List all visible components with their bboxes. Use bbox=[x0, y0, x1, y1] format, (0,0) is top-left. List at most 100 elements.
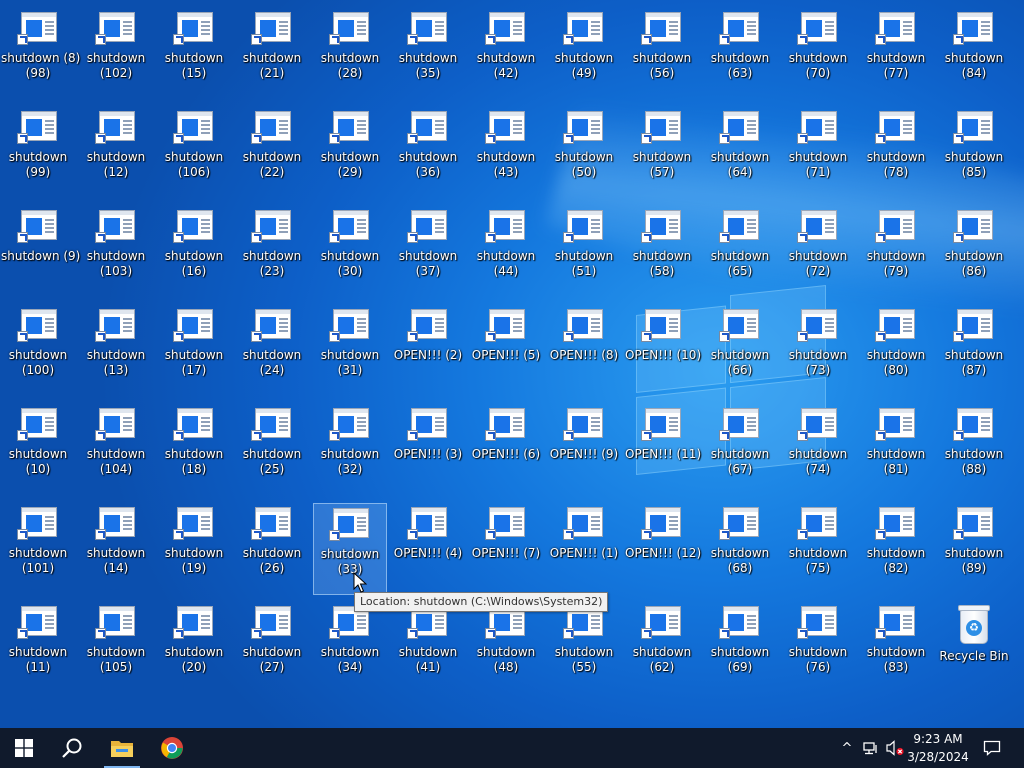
desktop-shortcut[interactable]: shutdown (29) bbox=[313, 107, 387, 199]
file-explorer-button[interactable] bbox=[98, 728, 146, 768]
desktop-shortcut[interactable]: shutdown (64) bbox=[703, 107, 777, 199]
desktop-shortcut[interactable]: shutdown (89) bbox=[937, 503, 1011, 595]
desktop-shortcut[interactable]: OPEN!!! (3) bbox=[391, 404, 465, 496]
desktop-shortcut[interactable]: shutdown (10) bbox=[1, 404, 75, 496]
taskbar-clock[interactable]: 9:23 AM 3/28/2024 bbox=[906, 730, 970, 766]
desktop-shortcut[interactable]: shutdown (73) bbox=[781, 305, 855, 397]
desktop-shortcut[interactable]: shutdown (20) bbox=[157, 602, 231, 694]
desktop-shortcut[interactable]: OPEN!!! (6) bbox=[469, 404, 543, 496]
desktop-shortcut[interactable]: shutdown (58) bbox=[625, 206, 699, 298]
desktop-shortcut[interactable]: shutdown (41) bbox=[391, 602, 465, 694]
desktop-shortcut[interactable]: shutdown (23) bbox=[235, 206, 309, 298]
desktop-shortcut[interactable]: shutdown (33) bbox=[313, 503, 387, 595]
desktop-shortcut[interactable]: shutdown (106) bbox=[157, 107, 231, 199]
desktop-shortcut[interactable]: shutdown (74) bbox=[781, 404, 855, 496]
desktop-shortcut[interactable]: shutdown (31) bbox=[313, 305, 387, 397]
desktop-shortcut[interactable]: shutdown (14) bbox=[79, 503, 153, 595]
desktop-shortcut[interactable]: shutdown (8) (98) bbox=[1, 8, 80, 100]
desktop[interactable]: shutdown (8) (98) shutdown (99) shutdown (9)… bbox=[0, 0, 1024, 728]
desktop-shortcut[interactable]: shutdown (88) bbox=[937, 404, 1011, 496]
desktop-shortcut[interactable]: shutdown (67) bbox=[703, 404, 777, 496]
desktop-shortcut[interactable]: shutdown (85) bbox=[937, 107, 1011, 199]
desktop-shortcut[interactable]: OPEN!!! (7) bbox=[469, 503, 543, 595]
desktop-shortcut[interactable]: shutdown (81) bbox=[859, 404, 933, 496]
desktop-shortcut[interactable]: shutdown (103) bbox=[79, 206, 153, 298]
desktop-shortcut[interactable]: shutdown (50) bbox=[547, 107, 621, 199]
desktop-shortcut[interactable]: shutdown (79) bbox=[859, 206, 933, 298]
action-center-button[interactable] bbox=[978, 728, 1006, 768]
desktop-shortcut[interactable]: OPEN!!! (11) bbox=[625, 404, 701, 496]
desktop-shortcut[interactable]: shutdown (65) bbox=[703, 206, 777, 298]
desktop-shortcut[interactable]: shutdown (68) bbox=[703, 503, 777, 595]
desktop-shortcut[interactable]: shutdown (32) bbox=[313, 404, 387, 496]
desktop-shortcut[interactable]: shutdown (17) bbox=[157, 305, 231, 397]
desktop-shortcut[interactable]: shutdown (27) bbox=[235, 602, 309, 694]
desktop-shortcut[interactable]: shutdown (78) bbox=[859, 107, 933, 199]
desktop-shortcut[interactable]: shutdown (70) bbox=[781, 8, 855, 100]
desktop-shortcut[interactable]: shutdown (12) bbox=[79, 107, 153, 199]
desktop-shortcut[interactable]: shutdown (84) bbox=[937, 8, 1011, 100]
desktop-shortcut[interactable]: OPEN!!! (12) bbox=[625, 503, 701, 595]
desktop-shortcut[interactable]: shutdown (55) bbox=[547, 602, 621, 694]
desktop-shortcut[interactable]: OPEN!!! (10) bbox=[625, 305, 701, 397]
desktop-shortcut[interactable]: shutdown (21) bbox=[235, 8, 309, 100]
volume-tray-button[interactable] bbox=[884, 728, 906, 768]
desktop-shortcut[interactable]: shutdown (83) bbox=[859, 602, 933, 694]
desktop-shortcut[interactable]: OPEN!!! (8) bbox=[547, 305, 621, 397]
desktop-shortcut[interactable]: shutdown (87) bbox=[937, 305, 1011, 397]
desktop-shortcut[interactable]: shutdown (13) bbox=[79, 305, 153, 397]
desktop-shortcut[interactable]: shutdown (22) bbox=[235, 107, 309, 199]
start-button[interactable] bbox=[0, 728, 48, 768]
desktop-shortcut[interactable]: shutdown (25) bbox=[235, 404, 309, 496]
desktop-shortcut[interactable]: OPEN!!! (4) bbox=[391, 503, 465, 595]
desktop-shortcut[interactable]: shutdown (66) bbox=[703, 305, 777, 397]
desktop-shortcut[interactable]: OPEN!!! (9) bbox=[547, 404, 621, 496]
desktop-shortcut[interactable]: shutdown (71) bbox=[781, 107, 855, 199]
desktop-shortcut[interactable]: shutdown (100) bbox=[1, 305, 75, 397]
desktop-shortcut[interactable]: OPEN!!! (5) bbox=[469, 305, 543, 397]
desktop-shortcut[interactable]: shutdown (99) bbox=[1, 107, 75, 199]
desktop-shortcut[interactable]: shutdown (72) bbox=[781, 206, 855, 298]
desktop-shortcut[interactable]: shutdown (77) bbox=[859, 8, 933, 100]
chrome-button[interactable] bbox=[148, 728, 196, 768]
desktop-shortcut[interactable]: shutdown (34) bbox=[313, 602, 387, 694]
desktop-shortcut[interactable]: shutdown (82) bbox=[859, 503, 933, 595]
desktop-shortcut[interactable]: shutdown (15) bbox=[157, 8, 231, 100]
desktop-shortcut[interactable]: shutdown (36) bbox=[391, 107, 465, 199]
show-hidden-icons-button[interactable]: ^ bbox=[838, 728, 856, 768]
desktop-shortcut[interactable]: shutdown (30) bbox=[313, 206, 387, 298]
desktop-shortcut[interactable]: shutdown (51) bbox=[547, 206, 621, 298]
desktop-shortcut[interactable]: shutdown (24) bbox=[235, 305, 309, 397]
desktop-shortcut[interactable]: shutdown (76) bbox=[781, 602, 855, 694]
desktop-shortcut[interactable]: shutdown (102) bbox=[79, 8, 153, 100]
desktop-shortcut[interactable]: shutdown (80) bbox=[859, 305, 933, 397]
desktop-shortcut[interactable]: shutdown (35) bbox=[391, 8, 465, 100]
desktop-shortcut[interactable]: shutdown (9) bbox=[1, 206, 80, 298]
desktop-shortcut[interactable]: shutdown (62) bbox=[625, 602, 699, 694]
desktop-shortcut[interactable]: shutdown (43) bbox=[469, 107, 543, 199]
desktop-shortcut[interactable]: shutdown (86) bbox=[937, 206, 1011, 298]
desktop-shortcut[interactable]: shutdown (105) bbox=[79, 602, 153, 694]
desktop-shortcut[interactable]: shutdown (26) bbox=[235, 503, 309, 595]
desktop-shortcut[interactable]: shutdown (57) bbox=[625, 107, 699, 199]
desktop-shortcut[interactable]: shutdown (101) bbox=[1, 503, 75, 595]
desktop-shortcut[interactable]: shutdown (42) bbox=[469, 8, 543, 100]
desktop-shortcut[interactable]: shutdown (48) bbox=[469, 602, 543, 694]
desktop-shortcut[interactable]: OPEN!!! (1) bbox=[547, 503, 621, 595]
recycle-bin-icon-item[interactable]: ♻ Recycle Bin bbox=[937, 602, 1011, 694]
desktop-shortcut[interactable]: shutdown (44) bbox=[469, 206, 543, 298]
network-tray-button[interactable] bbox=[860, 728, 882, 768]
desktop-shortcut[interactable]: shutdown (11) bbox=[1, 602, 75, 694]
desktop-shortcut[interactable]: shutdown (49) bbox=[547, 8, 621, 100]
desktop-shortcut[interactable]: shutdown (37) bbox=[391, 206, 465, 298]
desktop-shortcut[interactable]: shutdown (104) bbox=[79, 404, 153, 496]
desktop-shortcut[interactable]: shutdown (56) bbox=[625, 8, 699, 100]
desktop-shortcut[interactable]: OPEN!!! (2) bbox=[391, 305, 465, 397]
desktop-shortcut[interactable]: shutdown (19) bbox=[157, 503, 231, 595]
desktop-shortcut[interactable]: shutdown (69) bbox=[703, 602, 777, 694]
desktop-shortcut[interactable]: shutdown (28) bbox=[313, 8, 387, 100]
desktop-shortcut[interactable]: shutdown (75) bbox=[781, 503, 855, 595]
desktop-shortcut[interactable]: shutdown (18) bbox=[157, 404, 231, 496]
desktop-shortcut[interactable]: shutdown (63) bbox=[703, 8, 777, 100]
search-button[interactable] bbox=[48, 728, 96, 768]
